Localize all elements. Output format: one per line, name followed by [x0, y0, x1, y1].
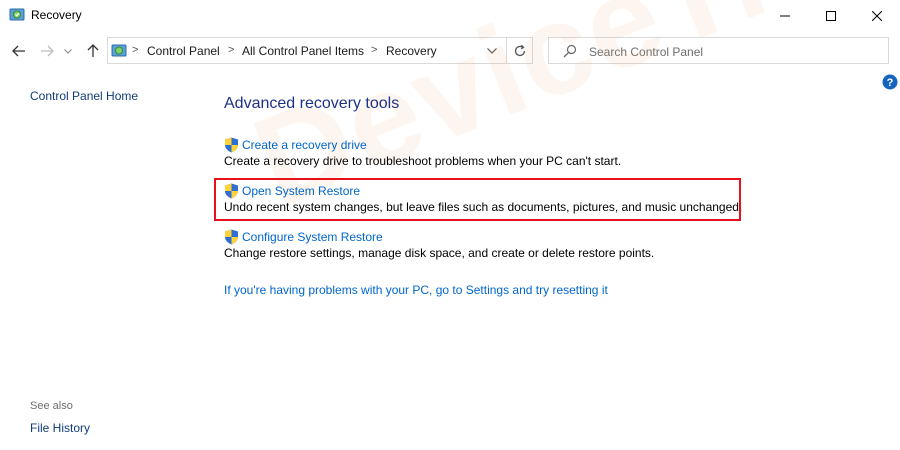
up-button[interactable]: [82, 40, 104, 62]
recovery-icon: [9, 7, 25, 23]
breadcrumb-all-items[interactable]: All Control Panel Items: [242, 44, 364, 58]
control-panel-home-link[interactable]: Control Panel Home: [30, 89, 138, 103]
minimize-button[interactable]: [762, 0, 808, 32]
uac-shield-icon: [224, 137, 239, 153]
svg-text:?: ?: [887, 77, 894, 89]
reset-pc-link[interactable]: If you're having problems with your PC, …: [224, 283, 608, 297]
address-bar[interactable]: > Control Panel > All Control Panel Item…: [107, 37, 507, 64]
breadcrumb-separator: >: [132, 44, 139, 56]
uac-shield-icon: [224, 183, 239, 199]
arrow-left-icon: [12, 45, 25, 57]
back-button[interactable]: [8, 40, 30, 62]
close-icon: [872, 11, 882, 21]
search-input[interactable]: [587, 42, 881, 61]
search-icon: [563, 44, 577, 58]
address-dropdown-button[interactable]: [482, 42, 502, 60]
task-description: Undo recent system changes, but leave fi…: [224, 200, 743, 214]
uac-shield-icon: [224, 229, 239, 245]
search-box[interactable]: [548, 37, 889, 64]
close-button[interactable]: [854, 0, 900, 32]
task-description: Create a recovery drive to troubleshoot …: [224, 154, 622, 168]
refresh-icon: [514, 44, 525, 56]
file-history-link[interactable]: File History: [30, 421, 90, 435]
left-pane: Control Panel Home See also File History: [0, 80, 200, 450]
chevron-down-icon: [487, 48, 497, 54]
maximize-icon: [826, 11, 836, 21]
arrow-up-icon: [87, 44, 99, 57]
window-title: Recovery: [31, 8, 82, 22]
minimize-icon: [780, 15, 790, 17]
page-heading: Advanced recovery tools: [224, 95, 400, 112]
recovery-icon: [111, 43, 127, 59]
arrow-right-icon: [41, 45, 54, 57]
chevron-down-icon: [64, 48, 72, 54]
breadcrumb-separator: >: [371, 44, 378, 56]
refresh-button[interactable]: [507, 37, 533, 64]
help-icon[interactable]: ?: [882, 74, 898, 90]
create-recovery-drive-link[interactable]: Create a recovery drive: [242, 138, 367, 152]
open-system-restore-link[interactable]: Open System Restore: [242, 184, 360, 198]
title-bar: Recovery: [0, 0, 900, 32]
see-also-label: See also: [30, 400, 73, 412]
breadcrumb-separator: >: [228, 44, 235, 56]
recent-locations-button[interactable]: [60, 40, 76, 62]
task-description: Change restore settings, manage disk spa…: [224, 246, 655, 260]
breadcrumb-recovery[interactable]: Recovery: [386, 44, 437, 58]
forward-button[interactable]: [36, 40, 58, 62]
breadcrumb-control-panel[interactable]: Control Panel: [147, 44, 220, 58]
maximize-button[interactable]: [808, 0, 854, 32]
configure-system-restore-link[interactable]: Configure System Restore: [242, 230, 383, 244]
